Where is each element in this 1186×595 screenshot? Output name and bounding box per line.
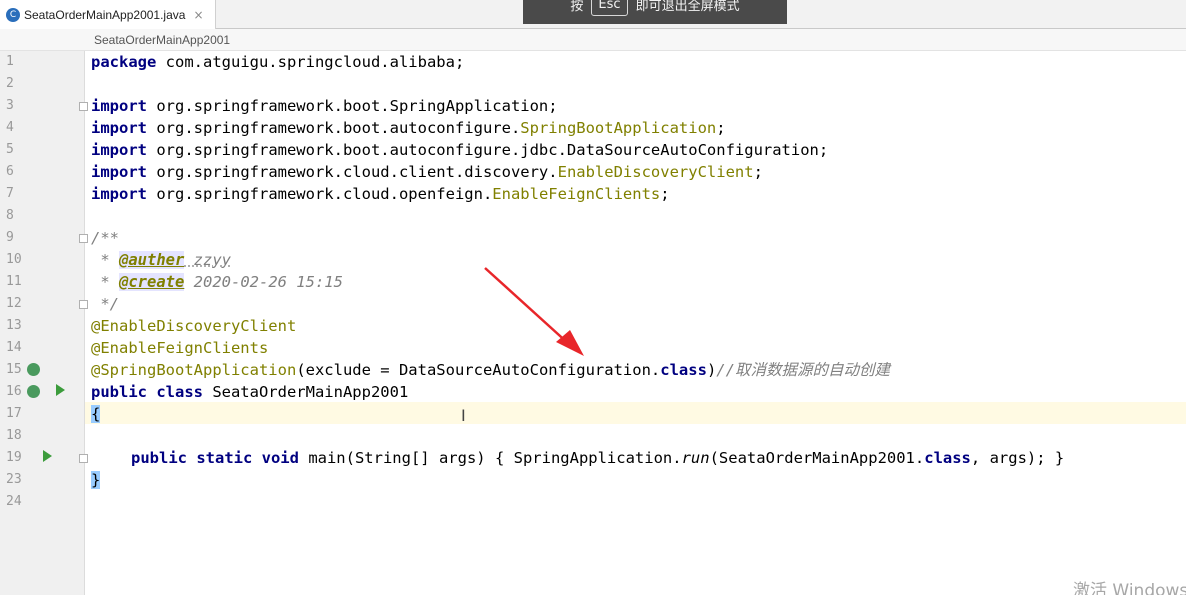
keyword: import: [91, 119, 147, 137]
code-editor[interactable]: package com.atguigu.springcloud.alibaba;…: [85, 51, 1186, 595]
javadoc-tag: @auther: [119, 251, 185, 269]
file-tab-label: SeataOrderMainApp2001.java: [24, 7, 186, 22]
mouse-ibeam-cursor: I: [461, 406, 466, 425]
java-class-icon: C: [6, 7, 20, 22]
code-text: , args); }: [970, 449, 1065, 467]
hint-text-before: 按: [570, 0, 584, 14]
annotation: @EnableDiscoveryClient: [91, 317, 297, 335]
code-line: * @create 2020-02-26 15:15: [91, 271, 343, 293]
comment: //取消数据源的自动创建: [716, 361, 890, 379]
code-text: main(String[] args) { SpringApplication.: [298, 449, 682, 467]
comment: 2020-02-26 15:15: [184, 273, 343, 291]
line-number: 14: [6, 340, 22, 355]
annotation-type: SpringBootApplication: [520, 119, 717, 137]
code-text: (SeataOrderMainApp2001.: [709, 449, 925, 467]
code-text: ;: [716, 119, 726, 137]
line-number: 18: [6, 428, 22, 443]
method-call: run: [681, 449, 710, 467]
line-number: 12: [6, 296, 22, 311]
comment: *: [91, 273, 119, 291]
keyword: class: [660, 361, 707, 379]
comment: /**: [91, 229, 119, 247]
code-line: import org.springframework.boot.autoconf…: [91, 117, 726, 139]
line-number: 7: [6, 186, 14, 201]
code-line: @EnableDiscoveryClient: [91, 315, 296, 337]
line-number: 8: [6, 208, 14, 223]
line-number: 1: [6, 54, 14, 69]
code-text: org.springframework.boot.SpringApplicati…: [147, 97, 558, 115]
code-text: org.springframework.cloud.openfeign.: [147, 185, 493, 203]
keyword: import: [91, 185, 147, 203]
code-text: ;: [660, 185, 670, 203]
line-number: 17: [6, 406, 22, 421]
keyword: import: [91, 141, 147, 159]
line-number-gutter: 1 2 3 4 5 6 7 8 9 10 11 12 13 14 15 16 1…: [0, 51, 88, 595]
comment: */: [91, 295, 119, 313]
comment: zzyy: [184, 251, 231, 269]
code-text: ): [706, 361, 717, 379]
line-number: 13: [6, 318, 22, 333]
code-line: {: [91, 403, 101, 425]
hint-text-after: 即可退出全屏模式: [635, 0, 740, 14]
matched-brace: }: [91, 471, 101, 489]
class-name: SeataOrderMainApp2001: [202, 383, 409, 401]
code-line: /**: [91, 227, 119, 249]
code-text: (exclude = DataSourceAutoConfiguration.: [296, 361, 661, 379]
code-line: */: [91, 293, 119, 315]
annotation: @SpringBootApplication: [91, 361, 297, 379]
breadcrumb: SeataOrderMainApp2001: [0, 29, 1186, 51]
comment: *: [91, 251, 119, 269]
code-line: public class SeataOrderMainApp2001: [91, 381, 408, 403]
line-number: 9: [6, 230, 14, 245]
code-line: @SpringBootApplication(exclude = DataSou…: [91, 359, 890, 381]
line-number: 23: [6, 472, 22, 487]
run-icon[interactable]: [43, 450, 52, 462]
code-line: @EnableFeignClients: [91, 337, 268, 359]
keyword: import: [91, 163, 147, 181]
file-tab[interactable]: C SeataOrderMainApp2001.java ×: [0, 0, 216, 29]
keyword: import: [91, 97, 147, 115]
breadcrumb-item[interactable]: SeataOrderMainApp2001: [94, 33, 230, 47]
line-number: 24: [6, 494, 22, 509]
code-text: org.springframework.cloud.client.discove…: [147, 163, 558, 181]
line-number: 10: [6, 252, 22, 267]
code-text: org.springframework.boot.autoconfigure.: [147, 119, 521, 137]
annotation-type: EnableFeignClients: [492, 185, 661, 203]
code-line: import org.springframework.cloud.client.…: [91, 161, 763, 183]
code-line: package com.atguigu.springcloud.alibaba;: [91, 51, 464, 73]
line-number: 19: [6, 450, 22, 465]
code-text: ;: [753, 163, 763, 181]
line-number: 4: [6, 120, 14, 135]
code-line: import org.springframework.cloud.openfei…: [91, 183, 670, 205]
matched-brace: {: [91, 405, 101, 423]
line-number: 3: [6, 98, 14, 113]
line-number: 5: [6, 142, 14, 157]
code-line: * @auther zzyy: [91, 249, 231, 271]
close-icon[interactable]: ×: [193, 8, 203, 22]
fullscreen-exit-hint: 按 Esc 即可退出全屏模式: [523, 0, 787, 24]
keyword: class: [924, 449, 971, 467]
line-number: 6: [6, 164, 14, 179]
line-number: 2: [6, 76, 14, 91]
annotation-type: EnableDiscoveryClient: [557, 163, 754, 181]
keyword: public static void: [131, 449, 299, 467]
javadoc-tag: @create: [119, 273, 185, 291]
code-text: org.springframework.boot.autoconfigure.j…: [147, 141, 829, 159]
spring-bean-icon[interactable]: [27, 385, 40, 398]
code-line: import org.springframework.boot.autoconf…: [91, 139, 828, 161]
run-icon[interactable]: [56, 384, 65, 396]
code-line: public static void main(String[] args) {…: [131, 447, 1064, 469]
keyword: public class: [91, 383, 203, 401]
code-text: com.atguigu.springcloud.alibaba;: [156, 53, 465, 71]
esc-key-badge: Esc: [591, 0, 628, 16]
keyword: package: [91, 53, 157, 71]
code-line: import org.springframework.boot.SpringAp…: [91, 95, 558, 117]
line-number: 11: [6, 274, 22, 289]
annotation: @EnableFeignClients: [91, 339, 269, 357]
spring-bean-icon[interactable]: [27, 363, 40, 376]
activation-watermark: 激活 Windows: [1073, 581, 1186, 595]
code-line: }: [91, 469, 101, 491]
